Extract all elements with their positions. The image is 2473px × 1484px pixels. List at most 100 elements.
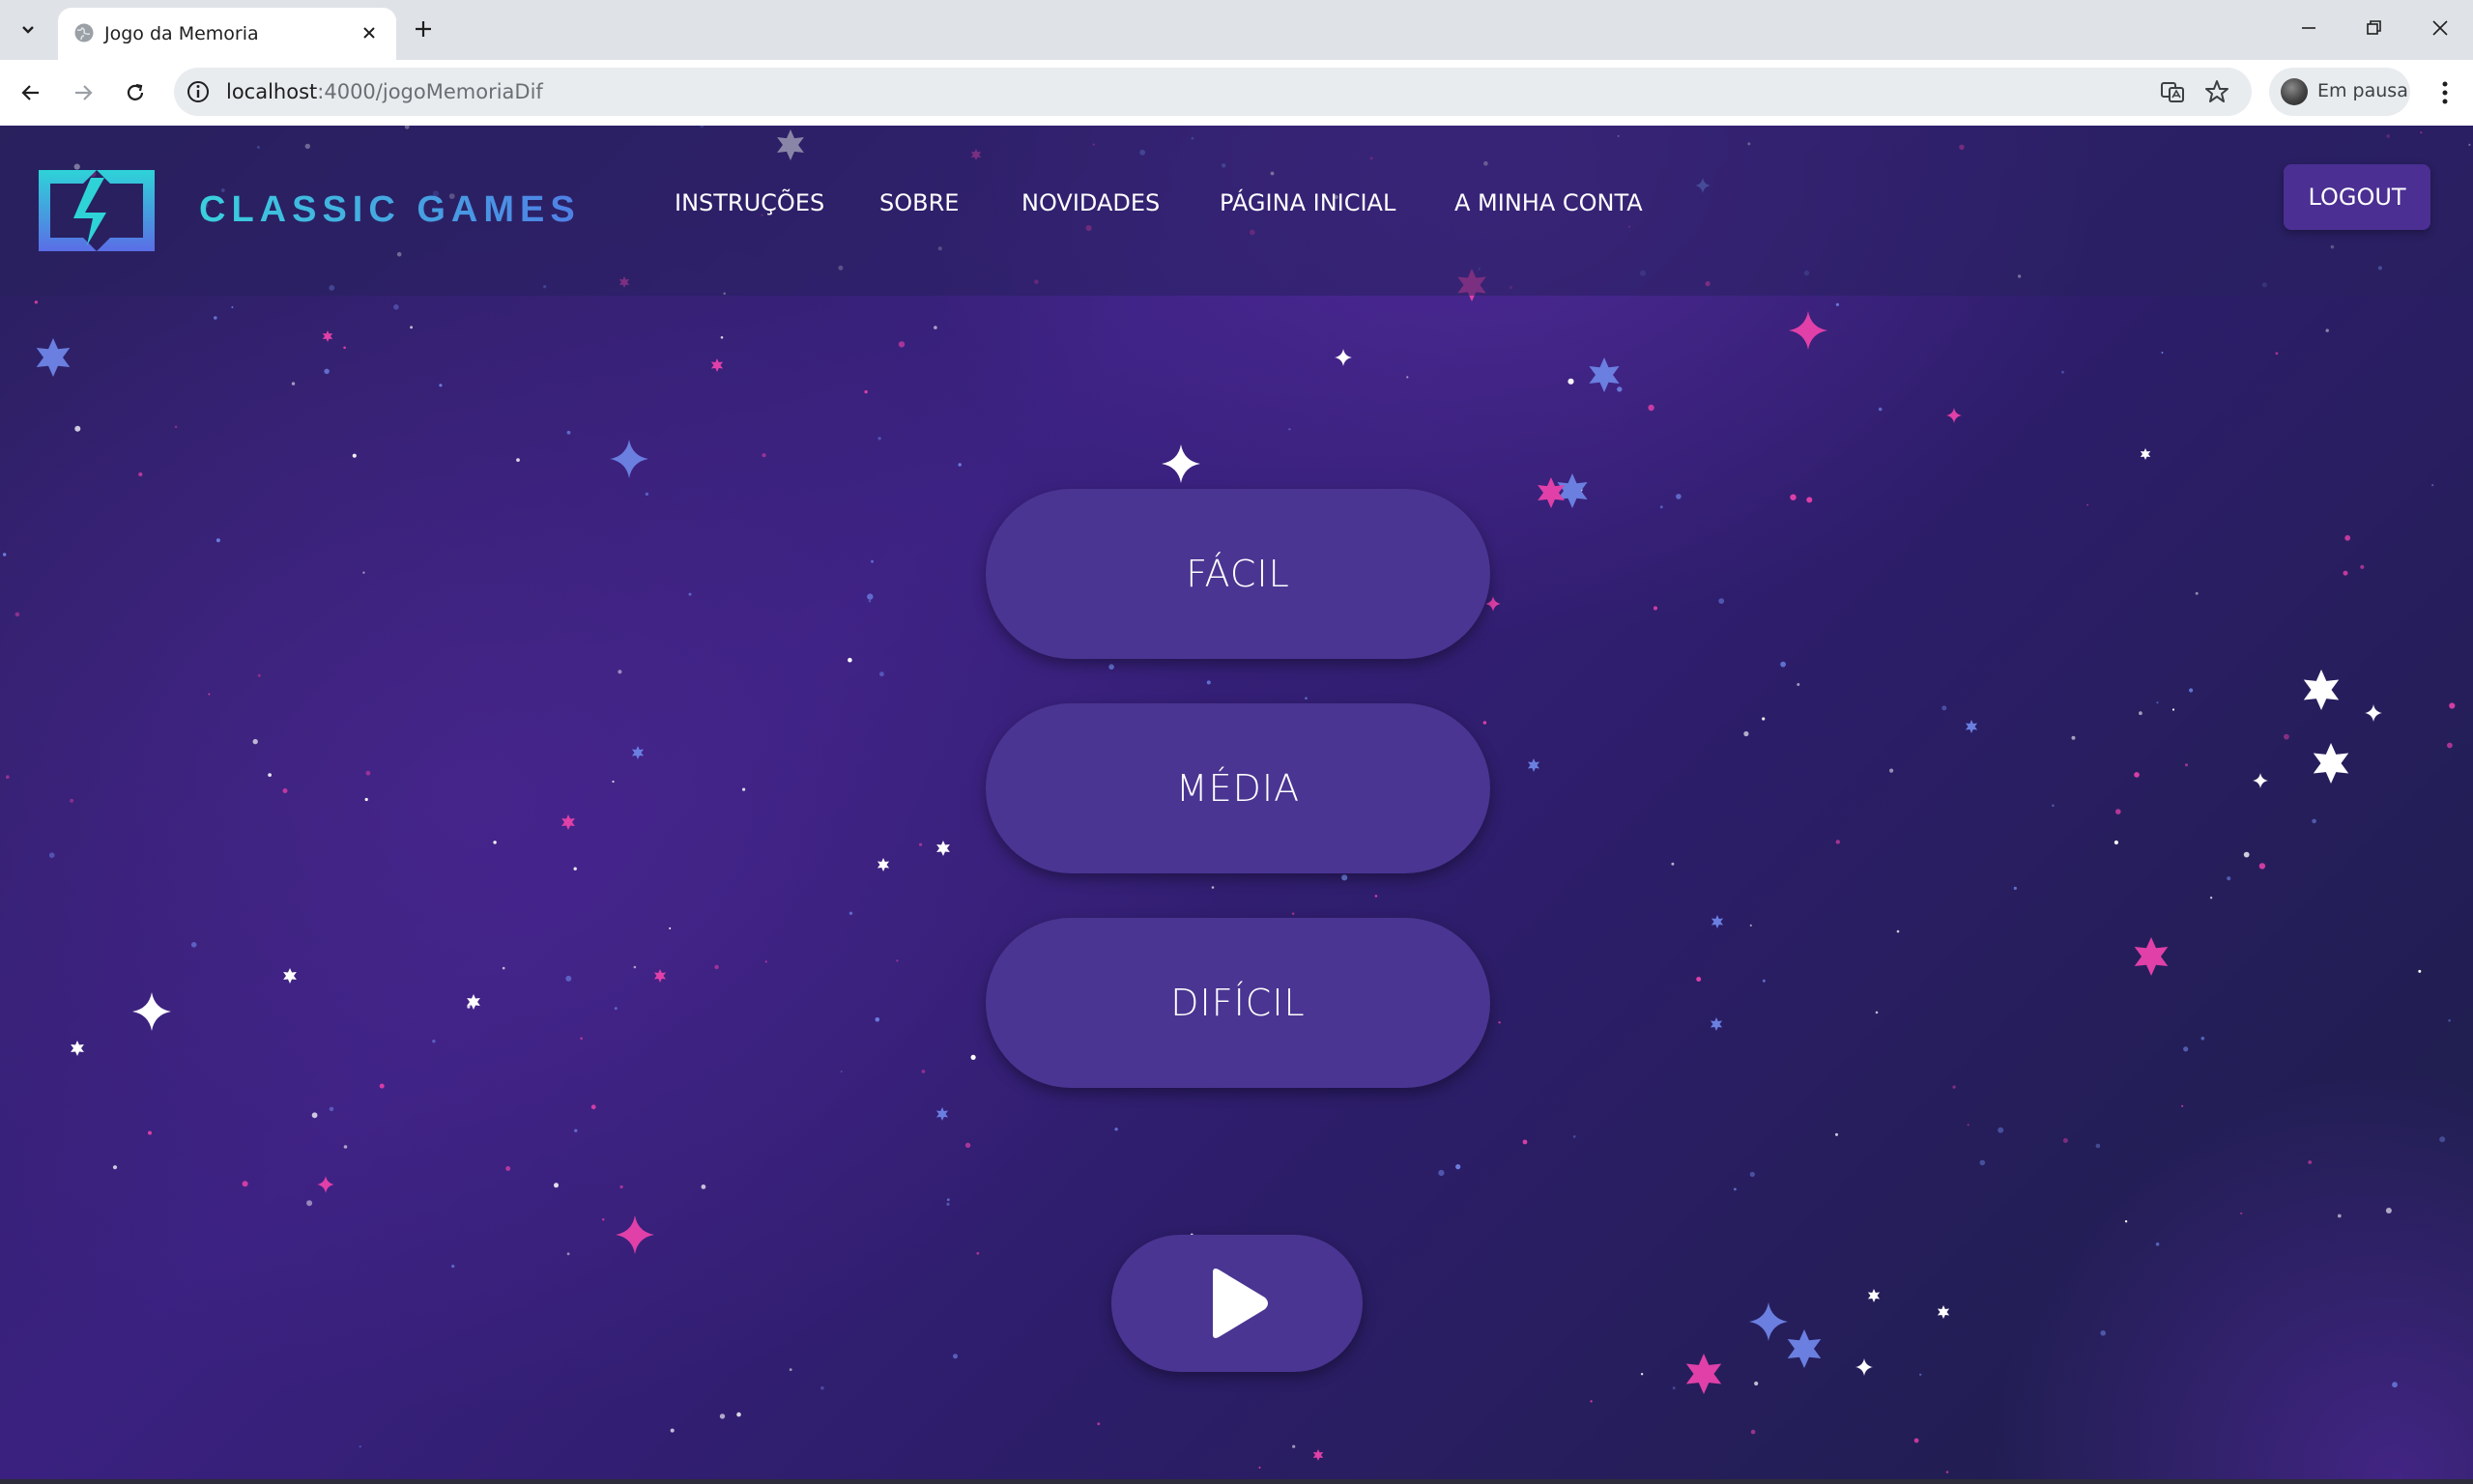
star-dot: [848, 657, 852, 663]
star-dot: [1878, 407, 1883, 412]
star-dot: [214, 316, 217, 320]
restore-icon[interactable]: [2342, 0, 2407, 56]
logout-button[interactable]: LOGOUT: [2284, 164, 2430, 230]
site-info-icon[interactable]: [186, 79, 211, 104]
star-dot: [2284, 733, 2289, 740]
back-arrow-icon[interactable]: [10, 71, 52, 114]
star-dot: [2195, 591, 2199, 595]
six-point-star: [71, 1041, 84, 1056]
tab-search-chevron-icon[interactable]: [10, 12, 46, 48]
star-dot: [1114, 1127, 1118, 1131]
star-dot: [1941, 705, 1947, 711]
star-dot: [2071, 735, 2076, 740]
star-dot: [976, 1251, 980, 1255]
close-window-icon[interactable]: [2407, 0, 2473, 56]
classic-games-logo-icon[interactable]: [29, 164, 164, 257]
new-tab-plus-icon[interactable]: [404, 10, 443, 48]
play-button[interactable]: [1111, 1235, 1363, 1372]
difficulty-hard-button[interactable]: DIFÍCIL: [986, 918, 1490, 1088]
nav-pagina-inicial[interactable]: PÁGINA INICIAL: [1220, 189, 1395, 216]
six-point-star: [1710, 1017, 1723, 1031]
star-dot: [1952, 1085, 1956, 1089]
star-dot: [2240, 1212, 2243, 1215]
star-dot: [574, 1128, 578, 1133]
six-point-star: [2303, 670, 2340, 710]
nav-a-minha-conta[interactable]: A MINHA CONTA: [1454, 189, 1643, 216]
star-dot: [2418, 969, 2422, 973]
nav-instrucoes[interactable]: INSTRUÇÕES: [675, 189, 824, 216]
star-dot: [257, 673, 261, 677]
star-dot: [1835, 840, 1841, 844]
star-dot: [762, 453, 766, 458]
star-dot: [864, 389, 868, 394]
star-dot: [2013, 886, 2017, 891]
six-point-star: [1937, 1305, 1950, 1319]
star-dot: [2209, 897, 2213, 899]
browser-tab[interactable]: Jogo da Memoria: [58, 8, 396, 60]
star-dot: [946, 1198, 950, 1202]
six-point-star: [322, 330, 333, 342]
star-dot: [764, 960, 767, 963]
star-dot: [2258, 863, 2266, 870]
star-dot: [2052, 804, 2055, 808]
brand-name[interactable]: CLASSIC GAMES: [199, 189, 581, 231]
star-dot: [848, 911, 853, 915]
star-dot: [566, 1252, 570, 1256]
kebab-menu-icon[interactable]: [2426, 71, 2464, 114]
star-dot: [2156, 701, 2159, 704]
star-dot: [580, 1037, 583, 1041]
star-dot: [74, 425, 81, 432]
difficulty-easy-button[interactable]: FÁCIL: [986, 489, 1490, 659]
star-dot: [1640, 1373, 1644, 1376]
star-dot: [566, 430, 571, 435]
six-point-star: [710, 358, 724, 372]
forward-arrow-icon[interactable]: [62, 71, 104, 114]
address-bar[interactable]: localhost:4000/jogoMemoriaDif: [174, 68, 2252, 116]
sparkle-star: [610, 440, 648, 478]
star-dot: [2100, 1330, 2106, 1336]
bookmark-star-icon[interactable]: [2203, 78, 2230, 105]
star-dot: [614, 1007, 618, 1011]
star-dot: [291, 382, 296, 385]
star-dot: [1653, 606, 1658, 611]
close-tab-icon[interactable]: [356, 19, 383, 46]
star-dot: [174, 425, 178, 429]
star-dot: [2447, 742, 2453, 749]
star-dot: [1659, 505, 1663, 509]
star-dot: [365, 770, 371, 776]
star-dot: [2343, 570, 2348, 576]
star-dot: [2181, 1104, 2184, 1107]
star-dot: [1648, 404, 1654, 412]
star-dot: [2392, 1382, 2398, 1388]
star-dot: [2439, 1136, 2446, 1143]
star-dot: [590, 1104, 596, 1110]
profile-chip[interactable]: Em pausa: [2269, 68, 2410, 116]
star-dot: [1743, 730, 1749, 737]
nav-novidades[interactable]: NOVIDADES: [1021, 189, 1160, 216]
star-dot: [393, 304, 399, 310]
star-dot: [2385, 1208, 2392, 1213]
star-dot: [1749, 924, 1752, 928]
star-dot: [364, 797, 368, 802]
six-point-star: [36, 338, 71, 377]
star-dot: [343, 1145, 348, 1149]
star-dot: [789, 1368, 792, 1371]
url-path: :4000/jogoMemoriaDif: [317, 80, 543, 103]
star-dot: [1590, 1400, 1593, 1403]
difficulty-medium-button[interactable]: MÉDIA: [986, 703, 1490, 873]
star-dot: [565, 975, 572, 982]
reload-icon[interactable]: [114, 71, 157, 114]
play-icon: [1213, 1269, 1268, 1338]
star-dot: [1913, 1438, 1919, 1443]
star-dot: [554, 1183, 559, 1188]
translate-icon[interactable]: [2159, 78, 2186, 105]
star-dot: [896, 959, 899, 962]
star-dot: [840, 1070, 843, 1073]
star-dot: [112, 1165, 118, 1170]
star-dot: [742, 787, 746, 791]
nav-sobre[interactable]: SOBRE: [879, 189, 959, 216]
star-dot: [670, 1428, 675, 1433]
minimize-icon[interactable]: [2276, 0, 2342, 56]
star-dot: [601, 1217, 605, 1221]
star-dot: [268, 773, 272, 777]
